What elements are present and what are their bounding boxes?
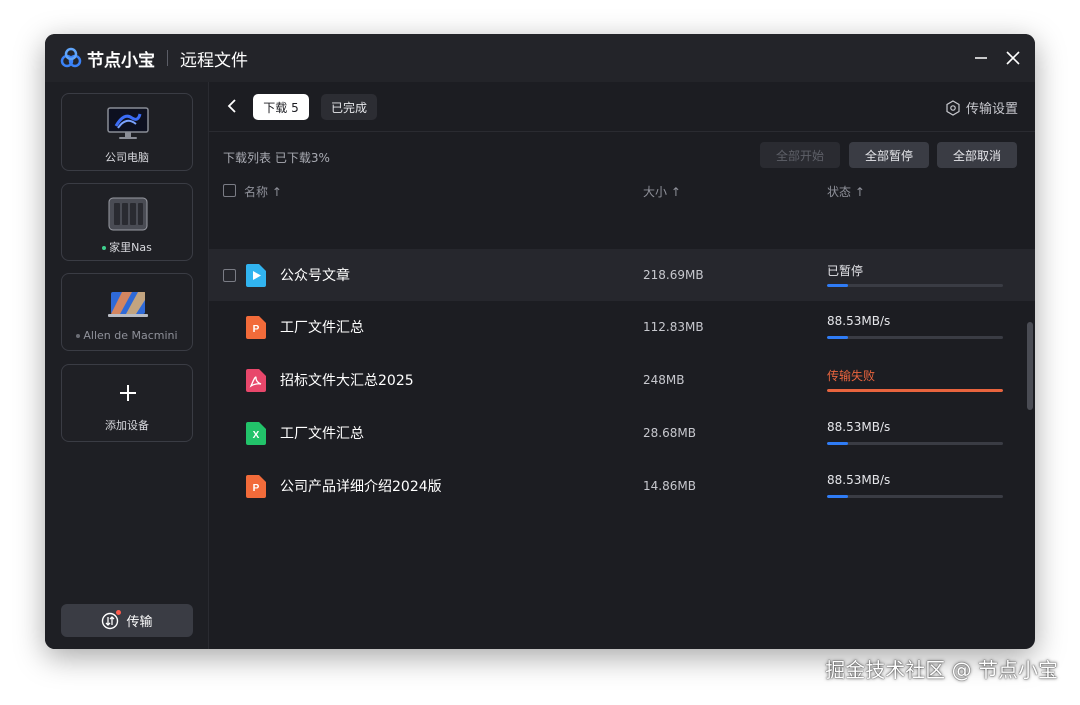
row-checkbox[interactable] — [223, 269, 236, 282]
cancel-all-button[interactable]: 全部取消 — [937, 142, 1017, 168]
window-title: 远程文件 — [180, 50, 248, 71]
svg-text:P: P — [253, 324, 260, 335]
transfer-status: 已暂停 — [827, 264, 864, 278]
offline-status-dot — [76, 334, 81, 338]
progress-fill — [827, 442, 849, 445]
transfer-label: 传输 — [126, 615, 153, 630]
file-name: 工厂文件汇总 — [280, 426, 364, 442]
progress-bar — [827, 284, 1003, 287]
transfer-status: 88.53MB/s — [827, 314, 891, 328]
file-name: 公众号文章 — [280, 268, 350, 284]
laptop-icon — [108, 292, 148, 317]
progress-fill — [827, 389, 1003, 392]
tab-downloading[interactable]: 下载 5 — [253, 94, 309, 120]
minimize-icon[interactable] — [971, 48, 991, 68]
table-row[interactable]: 招标文件大汇总2025 248MB 传输失败 — [209, 354, 1035, 406]
progress-bar — [827, 442, 1003, 445]
column-header-name[interactable]: 名称 ↑ — [244, 183, 282, 200]
nas-icon — [108, 197, 148, 231]
device-status-label: 家里Nas — [62, 239, 192, 255]
table-header: 名称 ↑ 大小 ↑ 状态 ↑ — [209, 180, 1035, 202]
progress-fill — [827, 284, 849, 287]
device-label: 公司电脑 — [105, 151, 149, 164]
device-status-label: Allen de Macmini — [62, 329, 192, 342]
app-window: 节点小宝 远程文件 公司电脑 家里Nas Allen de Macmini 添加… — [45, 34, 1035, 649]
file-name: 招标文件大汇总2025 — [280, 373, 414, 389]
main-panel: 下载 5 已完成 传输设置 下载列表 已下载3% 全部开始 全部暂停 全部取消 … — [209, 82, 1035, 649]
settings-icon — [946, 99, 960, 116]
device-label: 家里Nas — [109, 241, 152, 254]
app-logo-icon — [60, 47, 82, 68]
table-row[interactable]: X 工厂文件汇总 28.68MB 88.53MB/s — [209, 407, 1035, 459]
progress-fill — [827, 495, 849, 498]
progress-bar — [827, 389, 1003, 392]
ppt-file-icon: P — [246, 475, 266, 498]
pdf-file-icon — [246, 369, 266, 392]
transfer-icon — [101, 609, 122, 630]
file-name: 工厂文件汇总 — [280, 320, 364, 336]
column-header-size[interactable]: 大小 ↑ — [643, 183, 681, 200]
transfer-status-failed: 传输失败 — [827, 369, 876, 383]
close-icon[interactable] — [1003, 48, 1023, 68]
file-size: 248MB — [643, 373, 685, 387]
table-row[interactable]: P 公司产品详细介绍2024版 14.86MB 88.53MB/s — [209, 460, 1035, 512]
start-all-button[interactable]: 全部开始 — [760, 142, 840, 168]
table-row[interactable]: 公众号文章 218.69MB 已暂停 — [209, 249, 1035, 301]
watermark: 掘金技术社区 @ 节点小宝 — [825, 658, 1058, 682]
device-card-home-nas[interactable]: 家里Nas — [61, 183, 193, 261]
table-row[interactable]: P 工厂文件汇总 112.83MB 88.53MB/s — [209, 301, 1035, 353]
vertical-scrollbar[interactable] — [1027, 322, 1033, 410]
file-name: 公司产品详细介绍2024版 — [280, 479, 442, 495]
progress-fill — [827, 336, 849, 339]
file-size: 218.69MB — [643, 268, 704, 282]
online-status-dot — [102, 246, 107, 250]
transfer-settings-label: 传输设置 — [965, 102, 1018, 117]
title-divider — [167, 50, 168, 66]
add-device-button[interactable]: 添加设备 — [61, 364, 193, 442]
tab-completed[interactable]: 已完成 — [321, 94, 377, 120]
desktop-computer-icon — [107, 107, 149, 139]
download-list-info: 下载列表 已下载3% — [223, 151, 330, 165]
transfer-status: 88.53MB/s — [827, 473, 891, 487]
select-all-checkbox[interactable] — [223, 184, 236, 197]
add-device-label: 添加设备 — [105, 419, 149, 432]
back-arrow-icon[interactable] — [223, 97, 241, 115]
device-card-office-pc[interactable]: 公司电脑 — [61, 93, 193, 171]
app-name: 节点小宝 — [87, 50, 155, 71]
file-size: 14.86MB — [643, 479, 696, 493]
file-size: 112.83MB — [643, 320, 704, 334]
device-label: Allen de Macmini — [83, 329, 178, 342]
transfer-status: 88.53MB/s — [827, 420, 891, 434]
video-file-icon — [246, 264, 266, 287]
excel-file-icon: X — [246, 422, 266, 445]
progress-bar — [827, 336, 1003, 339]
ppt-file-icon: P — [246, 316, 266, 339]
svg-text:X: X — [253, 430, 260, 441]
title-bar: 节点小宝 远程文件 — [45, 34, 1035, 82]
progress-bar — [827, 495, 1003, 498]
plus-icon — [120, 385, 136, 401]
transfer-button[interactable]: 传输 — [61, 604, 193, 637]
svg-text:P: P — [253, 483, 260, 494]
sidebar: 公司电脑 家里Nas Allen de Macmini 添加设备 传输 — [45, 82, 209, 649]
pause-all-button[interactable]: 全部暂停 — [849, 142, 929, 168]
file-size: 28.68MB — [643, 426, 696, 440]
transfer-topbar: 下载 5 已完成 传输设置 — [209, 82, 1035, 132]
column-header-status[interactable]: 状态 ↑ — [827, 183, 865, 200]
transfer-settings-button[interactable]: 传输设置 — [945, 98, 1018, 117]
notification-dot — [116, 609, 122, 615]
device-card-macmini[interactable]: Allen de Macmini — [61, 273, 193, 351]
